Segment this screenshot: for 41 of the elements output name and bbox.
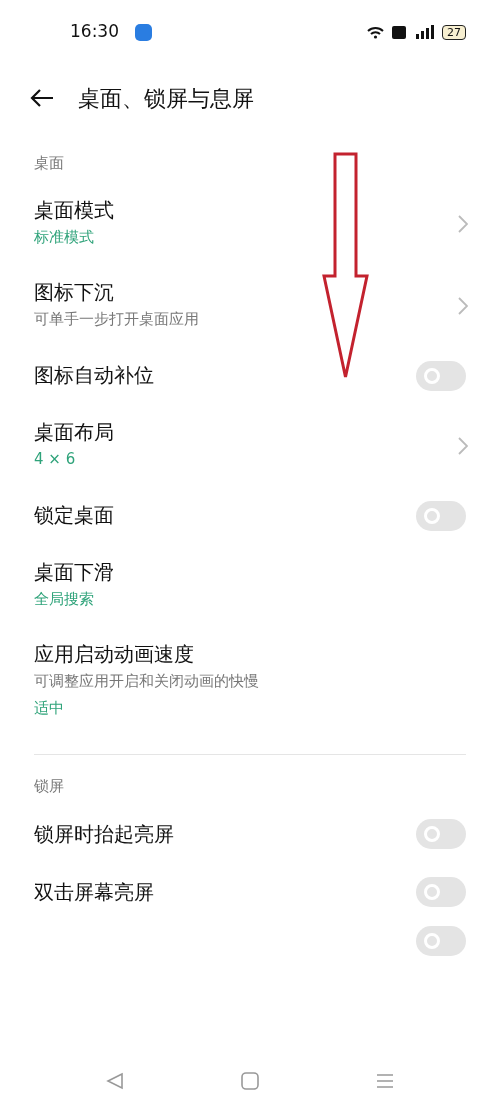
toggle-switch[interactable] — [416, 500, 466, 531]
setting-title: 锁屏时抬起亮屏 — [34, 820, 174, 848]
setting-title: 锁定桌面 — [34, 502, 114, 529]
setting-title: 双击屏幕亮屏 — [34, 878, 154, 906]
setting-title: 图标自动补位 — [34, 362, 154, 389]
setting-description: 可单手一步打开桌面应用 — [34, 308, 199, 330]
battery-level: 27 — [442, 24, 466, 40]
chevron-icon — [458, 296, 468, 315]
app-icon — [135, 23, 152, 41]
setting-title: 桌面布局 — [34, 418, 114, 446]
menu-icon[interactable] — [375, 1072, 394, 1090]
toggle-switch[interactable] — [416, 877, 466, 907]
setting-title: 图标下沉 — [34, 278, 115, 306]
chevron-icon — [458, 214, 468, 233]
setting-title: 桌面模式 — [34, 196, 114, 224]
back-nav-icon[interactable] — [106, 1072, 125, 1090]
section-label: 锁屏 — [33, 775, 65, 797]
setting-value: 全局搜索 — [34, 588, 95, 610]
toggle-switch[interactable] — [416, 926, 466, 956]
signal-icon — [414, 25, 434, 39]
chevron-icon — [458, 436, 468, 455]
section-label: 桌面 — [33, 153, 65, 174]
setting-row[interactable]: 桌面下滑 全局搜索 — [0, 544, 500, 627]
setting-row[interactable]: 桌面模式 标准模式 — [0, 182, 500, 265]
setting-row[interactable]: 桌面布局 4 × 6 — [0, 404, 500, 487]
setting-value: 4 × 6 — [34, 448, 77, 470]
wifi-icon — [367, 25, 384, 39]
setting-value: 适中 — [34, 697, 65, 719]
setting-title: 桌面下滑 — [34, 558, 114, 586]
status-time: 16:30 — [70, 20, 119, 44]
page-title: 桌面、锁屏与息屏 — [78, 84, 254, 113]
setting-title: 应用启动动画速度 — [34, 640, 195, 668]
toggle-switch[interactable] — [416, 360, 466, 391]
hd-icon — [392, 25, 406, 39]
setting-value: 标准模式 — [34, 226, 95, 248]
toggle-switch[interactable] — [416, 819, 466, 849]
back-icon[interactable] — [30, 89, 54, 107]
setting-row[interactable]: 应用启动动画速度 可调整应用开启和关闭动画的快慢 适中 — [0, 626, 500, 736]
setting-row[interactable]: 图标下沉 可单手一步打开桌面应用 — [0, 264, 500, 347]
home-icon[interactable] — [241, 1072, 259, 1090]
setting-description: 可调整应用开启和关闭动画的快慢 — [34, 670, 259, 692]
